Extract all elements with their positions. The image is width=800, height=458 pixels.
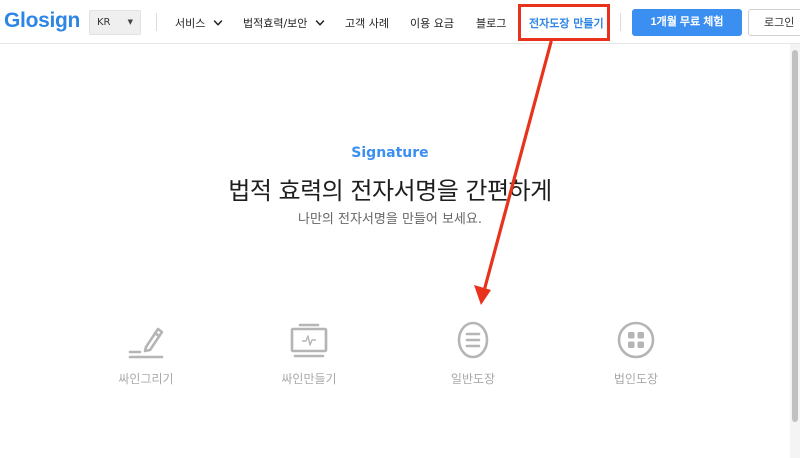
annotation-highlight-box	[518, 4, 610, 41]
nav-item-services[interactable]: 서비스	[175, 15, 223, 31]
nav-item-label: 서비스	[175, 17, 206, 30]
feature-label: 싸인그리기	[118, 372, 174, 386]
nav-item-label: 이용 요금	[410, 17, 454, 30]
annotation-arrow	[474, 40, 553, 305]
nav-divider	[156, 13, 157, 31]
oval-stamp-icon	[457, 321, 489, 359]
chevron-down-icon	[213, 20, 223, 26]
annotation-arrow-head	[474, 285, 491, 305]
page-scrollbar[interactable]	[790, 44, 800, 458]
hero-subtitle: 나만의 전자서명을 만들어 보세요.	[298, 212, 482, 227]
nav-item-pricing[interactable]: 이용 요금	[410, 15, 454, 31]
nav-item-blog[interactable]: 블로그	[476, 15, 506, 31]
nav-item-label: 법적효력/보안	[243, 17, 308, 30]
hero-eyebrow: Signature	[351, 145, 429, 161]
feature-personal-stamp[interactable]: 일반도장	[413, 320, 533, 387]
nav-item-legal-security[interactable]: 법적효력/보안	[243, 15, 325, 31]
round-seal-icon	[617, 321, 655, 359]
signature-board-icon	[290, 323, 328, 358]
top-navigation-bar: Glosign KR ▼ 서비스 법적효력/보안 고객 사례 이용 요금 블로그…	[0, 0, 800, 44]
feature-corporate-stamp[interactable]: 법인도장	[576, 320, 696, 387]
nav-divider	[620, 13, 621, 31]
feature-label: 일반도장	[450, 372, 496, 386]
caret-down-icon: ▼	[127, 18, 133, 26]
feature-make-signature[interactable]: 싸인만들기	[249, 320, 369, 387]
glosign-logo[interactable]: Glosign	[4, 9, 80, 33]
feature-label: 싸인만들기	[281, 372, 337, 386]
nav-item-label: 블로그	[476, 17, 507, 30]
feature-label: 법인도장	[613, 372, 659, 386]
scrollbar-thumb[interactable]	[792, 50, 798, 422]
annotation-arrow-line	[482, 40, 553, 293]
language-select[interactable]: KR ▼	[89, 10, 141, 35]
feature-draw-signature[interactable]: 싸인그리기	[86, 320, 206, 387]
pen-draw-icon	[128, 327, 164, 359]
nav-item-label: 고객 사례	[345, 17, 389, 30]
nav-item-customer-cases[interactable]: 고객 사례	[345, 15, 389, 31]
language-select-value: KR	[97, 17, 111, 28]
free-trial-button[interactable]: 1개월 무료 체험	[632, 9, 742, 36]
login-button[interactable]: 로그인	[748, 9, 800, 36]
chevron-down-icon	[315, 20, 325, 26]
hero-title: 법적 효력의 전자서명을 간편하게	[228, 177, 552, 205]
